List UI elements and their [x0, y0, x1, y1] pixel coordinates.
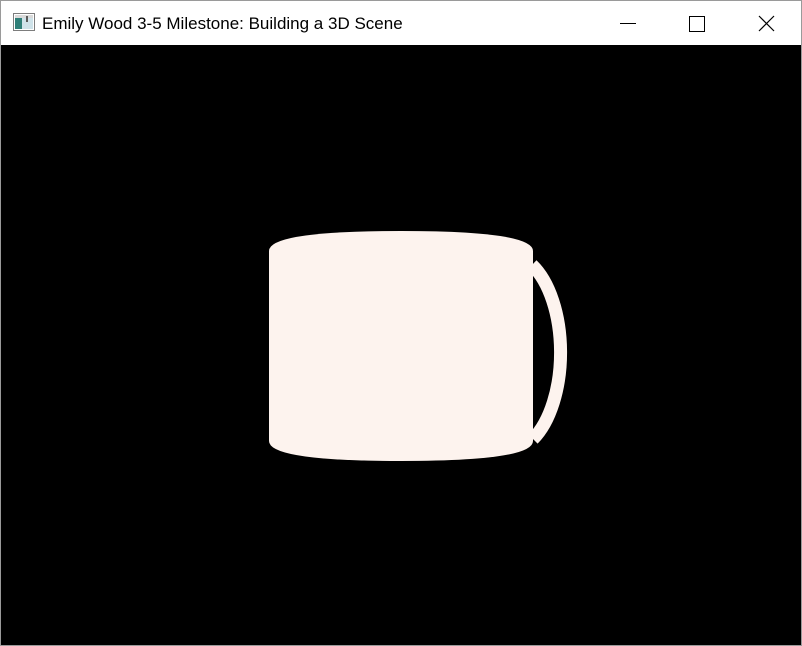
mug-body	[269, 231, 533, 461]
scene-canvas	[269, 231, 568, 461]
render-viewport[interactable]	[1, 45, 801, 645]
app-icon	[13, 13, 35, 31]
close-button[interactable]	[732, 1, 801, 45]
mug-model	[269, 231, 568, 461]
app-window: Emily Wood 3-5 Milestone: Building a 3D …	[0, 0, 802, 646]
window-title: Emily Wood 3-5 Milestone: Building a 3D …	[42, 14, 403, 33]
maximize-button[interactable]	[662, 1, 731, 45]
mug-handle	[527, 260, 568, 444]
minimize-button[interactable]	[593, 1, 662, 45]
close-icon	[758, 15, 775, 32]
minimize-icon	[620, 23, 636, 24]
maximize-icon	[689, 16, 705, 32]
title-bar[interactable]: Emily Wood 3-5 Milestone: Building a 3D …	[1, 1, 801, 45]
